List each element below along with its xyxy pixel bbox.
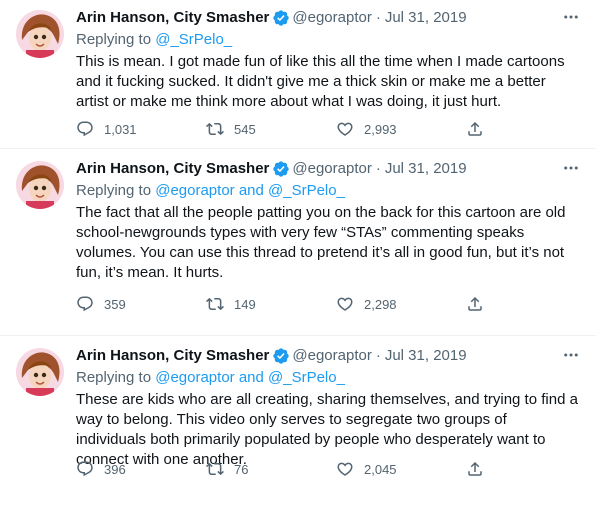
retweet-count: 149 <box>234 296 256 312</box>
like-count: 2,298 <box>364 296 397 312</box>
replying-to: Replying to @egoraptor and @_SrPelo_ <box>76 181 580 201</box>
replying-to-label: Replying to <box>76 182 156 199</box>
like-icon <box>337 462 353 476</box>
replying-to-mention[interactable]: @_SrPelo_ <box>155 31 232 48</box>
tweet-header: Arin Hanson, City Smasher @egoraptor · J… <box>76 8 580 28</box>
tweet-header: Arin Hanson, City Smasher @egoraptor · J… <box>76 159 580 179</box>
avatar[interactable] <box>16 348 64 396</box>
tweet-text: These are kids who are all creating, sha… <box>76 391 578 468</box>
replying-to-label: Replying to <box>76 31 156 48</box>
author-handle[interactable]: @egoraptor <box>292 159 371 179</box>
tweet[interactable]: Arin Hanson, City Smasher @egoraptor · J… <box>0 336 596 507</box>
verified-badge-icon <box>272 347 290 365</box>
like-button[interactable]: 2,993 <box>336 120 466 138</box>
verified-badge-icon <box>272 9 290 27</box>
reply-button[interactable]: 396 <box>76 460 206 478</box>
replying-to: Replying to @egoraptor and @_SrPelo_ <box>76 368 580 388</box>
replying-to-mention[interactable]: @egoraptor and @_SrPelo_ <box>155 369 345 386</box>
tweet-text: This is mean. I got made fun of like thi… <box>76 53 565 110</box>
like-count: 2,045 <box>364 461 397 477</box>
retweet-count: 545 <box>234 121 256 137</box>
share-button[interactable] <box>466 295 496 313</box>
retweet-icon <box>206 122 224 136</box>
reply-button[interactable]: 359 <box>76 295 206 313</box>
author-handle[interactable]: @egoraptor <box>292 346 371 366</box>
tweet[interactable]: Arin Hanson, City Smasher @egoraptor · J… <box>0 0 596 149</box>
reply-count: 1,031 <box>104 121 137 137</box>
share-icon <box>468 461 482 476</box>
tweet-text: The fact that all the people patting you… <box>76 204 566 281</box>
tweet-actions: 396 76 2,045 <box>76 460 496 478</box>
share-button[interactable] <box>466 120 496 138</box>
reply-icon <box>77 296 93 312</box>
tweet-date[interactable]: Jul 31, 2019 <box>385 8 467 28</box>
tweet[interactable]: Arin Hanson, City Smasher @egoraptor · J… <box>0 149 596 336</box>
tweet-header: Arin Hanson, City Smasher @egoraptor · J… <box>76 346 580 366</box>
share-icon <box>468 121 482 136</box>
retweet-count: 76 <box>234 461 249 477</box>
more-icon[interactable] <box>562 159 580 183</box>
retweet-icon <box>206 462 224 476</box>
avatar[interactable] <box>16 10 64 58</box>
like-button[interactable]: 2,045 <box>336 460 466 478</box>
tweet-date[interactable]: Jul 31, 2019 <box>385 159 467 179</box>
share-button[interactable] <box>466 460 496 478</box>
replying-to-mention[interactable]: @egoraptor and @_SrPelo_ <box>155 182 345 199</box>
author-name[interactable]: Arin Hanson, City Smasher <box>76 159 269 179</box>
reply-count: 396 <box>104 461 126 477</box>
reply-icon <box>77 121 93 137</box>
more-icon[interactable] <box>562 346 580 370</box>
verified-badge-icon <box>272 160 290 178</box>
replying-to-label: Replying to <box>76 369 156 386</box>
retweet-button[interactable]: 149 <box>206 295 336 313</box>
retweet-button[interactable]: 76 <box>206 460 336 478</box>
share-icon <box>468 296 482 311</box>
avatar[interactable] <box>16 161 64 209</box>
reply-icon <box>77 461 93 477</box>
separator: · <box>375 9 381 26</box>
tweet-date[interactable]: Jul 31, 2019 <box>385 346 467 366</box>
like-count: 2,993 <box>364 121 397 137</box>
more-icon[interactable] <box>562 8 580 32</box>
replying-to: Replying to @_SrPelo_ <box>76 30 580 50</box>
like-icon <box>337 122 353 136</box>
author-handle[interactable]: @egoraptor <box>292 8 371 28</box>
author-name[interactable]: Arin Hanson, City Smasher <box>76 8 269 28</box>
reply-button[interactable]: 1,031 <box>76 120 206 138</box>
tweet-actions: 359 149 2,298 <box>76 295 496 313</box>
separator: · <box>375 347 381 364</box>
retweet-button[interactable]: 545 <box>206 120 336 138</box>
retweet-icon <box>206 297 224 311</box>
tweet-actions: 1,031 545 2,993 <box>76 120 496 138</box>
like-button[interactable]: 2,298 <box>336 295 466 313</box>
author-name[interactable]: Arin Hanson, City Smasher <box>76 346 269 366</box>
reply-count: 359 <box>104 296 126 312</box>
like-icon <box>337 297 353 311</box>
separator: · <box>375 160 381 177</box>
